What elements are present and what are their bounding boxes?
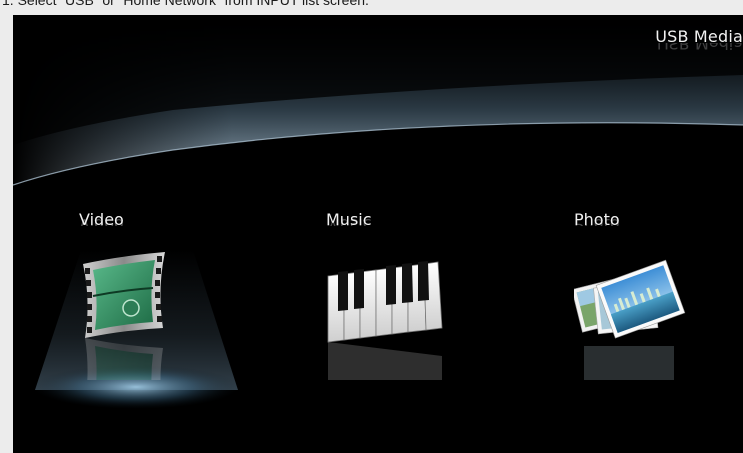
instruction-text: 1. Select “USB” or “Home Network” from I…	[2, 0, 369, 8]
menu-item-music[interactable]: Music Music	[326, 210, 526, 410]
screen-title-reflection: USB Media	[657, 43, 743, 53]
photo-stack-icon	[574, 259, 686, 380]
usb-media-screen: USB Media USB Media Video Video	[13, 15, 743, 453]
menu-item-music-label-reflection: Music	[326, 217, 372, 226]
page: 1. Select “USB” or “Home Network” from I…	[0, 0, 743, 453]
menu-item-video-label-reflection: Video	[79, 217, 124, 226]
menu-item-video[interactable]: Video Video	[79, 210, 279, 410]
menu-item-photo[interactable]: Photo Photo	[574, 210, 743, 410]
menu-item-photo-label-reflection: Photo	[574, 217, 620, 226]
film-reel-icon	[83, 252, 165, 380]
piano-keys-icon	[327, 261, 443, 380]
